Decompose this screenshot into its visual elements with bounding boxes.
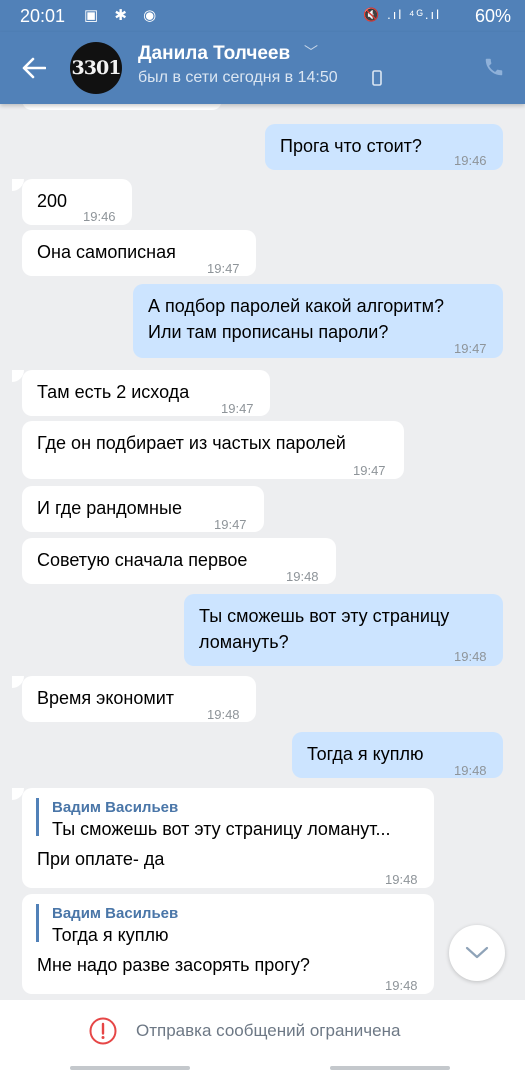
message-text: 200 <box>37 191 68 211</box>
battery-level: 60% <box>474 6 511 26</box>
quote-bar <box>36 798 39 836</box>
quote-text[interactable]: Ты сможешь вот эту страницу ломанут... <box>52 816 391 842</box>
message-bubble[interactable]: Там есть 2 исхода 19:47 <box>22 370 270 416</box>
avatar[interactable]: 3301 <box>70 42 122 94</box>
restricted-notice: Отправка сообщений ограничена <box>88 1016 400 1046</box>
nav-gesture-bar-left <box>70 1066 190 1070</box>
chevron-down-icon <box>465 946 489 959</box>
message-text: При оплате- да <box>37 849 165 869</box>
message-time: 19:48 <box>385 872 418 887</box>
message-time: 19:48 <box>385 978 418 993</box>
message-text: Время экономит <box>37 688 175 708</box>
message-bubble[interactable]: Тогда я куплю 19:48 <box>292 732 503 778</box>
message-bubble[interactable]: А подбор паролей какой алгоритм? Или там… <box>133 284 503 358</box>
message-text: Она самописная <box>37 242 176 262</box>
chat-header: 3301 Данила Толчеев ﹀ был в сети сегодня… <box>0 32 525 104</box>
alert-circle-icon <box>89 1017 117 1045</box>
message-bubble[interactable]: Ты сможешь вот эту страницу ломануть? 19… <box>184 594 503 666</box>
message-text: Советую сначала первое <box>37 550 248 570</box>
last-seen-status: был в сети сегодня в 14:50 <box>138 69 338 86</box>
message-time: 19:48 <box>286 569 319 584</box>
message-bubble[interactable]: Советую сначала первое 19:48 <box>22 538 336 584</box>
message-time: 19:48 <box>454 649 487 664</box>
mobile-phone-icon <box>372 70 382 91</box>
chat-title[interactable]: Данила Толчеев <box>138 43 290 65</box>
message-time: 19:48 <box>454 763 487 778</box>
message-text: Где он подбирает из частых паролей <box>37 433 346 453</box>
message-text: А подбор паролей какой алгоритм? Или там… <box>148 296 444 342</box>
message-text: И где рандомные <box>37 498 182 518</box>
call-button[interactable] <box>479 52 509 82</box>
message-bubble[interactable]: 200 19:46 <box>22 179 132 225</box>
message-time: 19:48 <box>207 707 240 722</box>
message-text: Там есть 2 исхода <box>37 382 190 402</box>
status-time: 20:01 <box>20 6 66 26</box>
phone-icon <box>485 58 503 76</box>
scroll-to-bottom-button[interactable] <box>449 925 505 981</box>
reply-message-bubble[interactable]: Вадим Васильев Ты сможешь вот эту страни… <box>22 788 434 888</box>
message-time: 19:47 <box>207 261 240 276</box>
message-text: Прога что стоит? <box>280 136 422 156</box>
message-time: 19:47 <box>221 401 254 416</box>
status-bar: 20:01 ▣ ✱ ◉ 🔇 .ıl ⁴ᴳ.ıl 60% <box>0 0 525 32</box>
message-text: Ты сможешь вот эту страницу ломануть? <box>199 606 450 652</box>
message-bubble[interactable]: И где рандомные 19:47 <box>22 486 264 532</box>
message-text: Мне надо разве засорять прогу? <box>37 955 310 975</box>
chevron-down-icon[interactable]: ﹀ <box>304 42 318 62</box>
reply-message-bubble[interactable]: Вадим Васильев Тогда я куплю Мне надо ра… <box>22 894 434 994</box>
message-list[interactable]: Прога что стоит? 19:46 200 19:46 Она сам… <box>0 104 525 1000</box>
quote-text[interactable]: Тогда я куплю <box>52 922 168 948</box>
restricted-text: Отправка сообщений ограничена <box>136 1021 401 1040</box>
message-time: 19:47 <box>214 517 247 532</box>
signal-icons: 🔇 .ıl ⁴ᴳ.ıl <box>363 7 441 22</box>
nav-gesture-bar-right <box>330 1066 450 1070</box>
message-bubble[interactable]: Где он подбирает из частых паролей 19:47 <box>22 421 404 479</box>
back-button[interactable] <box>14 50 54 86</box>
message-bubble[interactable]: Она самописная 19:47 <box>22 230 256 276</box>
message-bubble-partial <box>22 104 222 110</box>
message-time: 19:47 <box>454 341 487 356</box>
message-time: 19:47 <box>353 463 386 478</box>
notification-icons: ▣ ✱ ◉ <box>84 7 163 24</box>
avatar-text: 3301 <box>71 57 122 79</box>
message-bubble[interactable]: Время экономит 19:48 <box>22 676 256 722</box>
message-time: 19:46 <box>454 153 487 168</box>
message-time: 19:46 <box>83 209 116 224</box>
message-text: Тогда я куплю <box>307 744 424 764</box>
arrow-left-icon <box>22 57 46 79</box>
message-bubble[interactable]: Прога что стоит? 19:46 <box>265 124 503 170</box>
quote-bar <box>36 904 39 942</box>
